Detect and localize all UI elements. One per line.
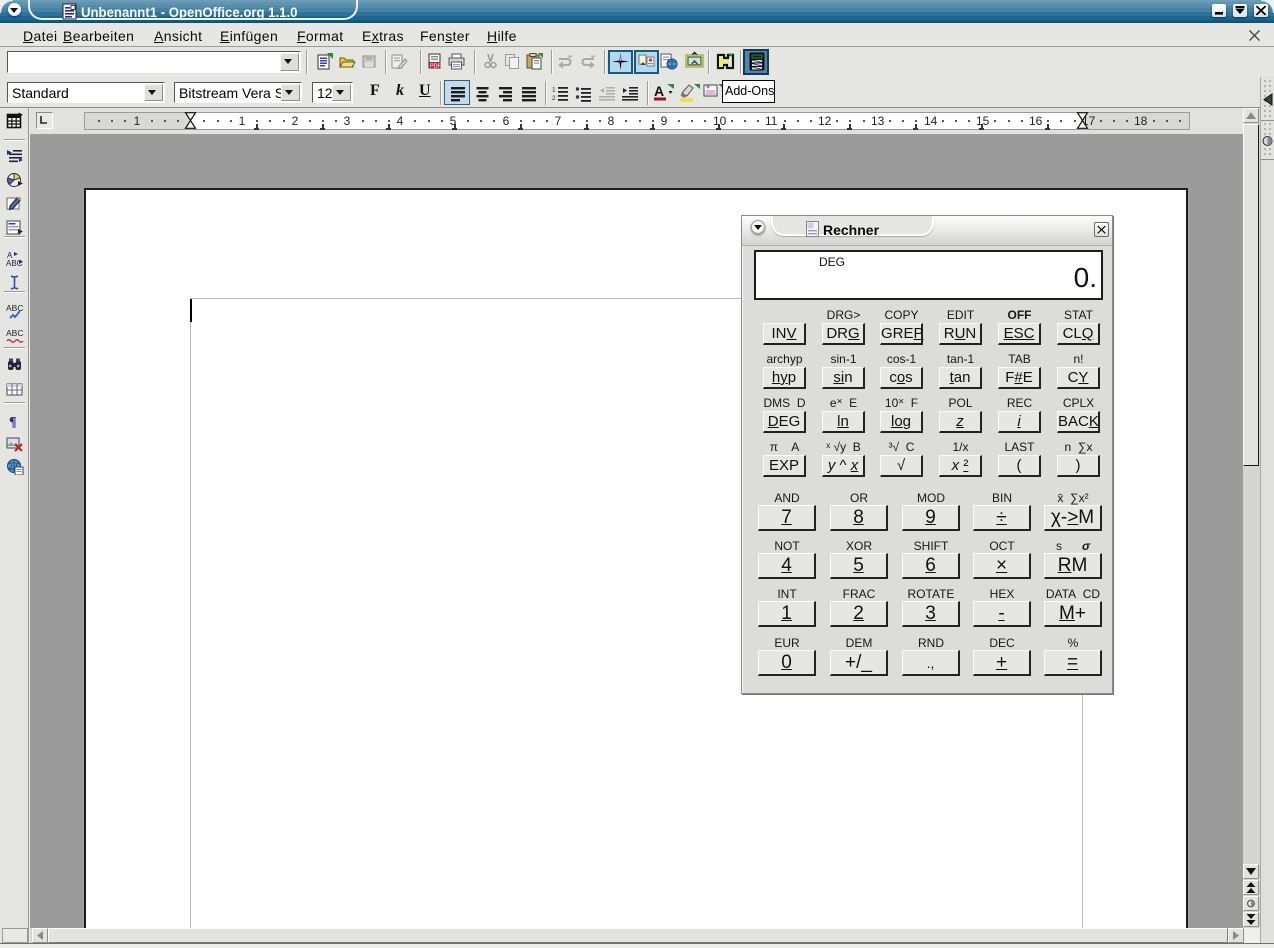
svg-text:2: 2 [552,95,556,102]
svg-text:¶: ¶ [9,415,17,429]
svg-text:A: A [654,83,664,99]
svg-text:PDF: PDF [430,64,442,70]
svg-text:1: 1 [552,87,556,94]
svg-text:ABC: ABC [6,328,23,338]
svg-text:ABC: ABC [6,303,23,313]
